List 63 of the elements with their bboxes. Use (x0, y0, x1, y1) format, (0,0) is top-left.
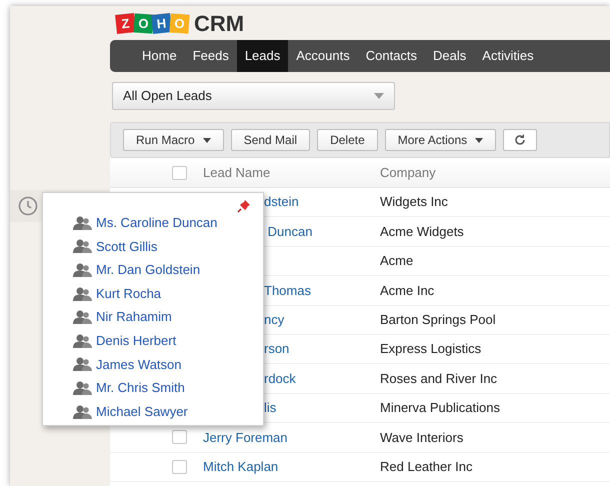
company-cell-text: Acme (380, 252, 414, 270)
select-all-checkbox[interactable] (172, 166, 187, 180)
contact-icon (73, 262, 93, 277)
contact-icon (73, 286, 93, 301)
recent-item-link[interactable]: Nir Rahamim (96, 307, 172, 327)
refresh-button[interactable] (503, 129, 538, 151)
lead-name-link[interactable]: Thomas (264, 282, 311, 298)
row-checkbox[interactable] (172, 430, 187, 444)
company-cell-text: Express Logistics (380, 340, 482, 358)
nav-tab[interactable]: Deals (425, 40, 474, 72)
contact-icon (73, 404, 93, 419)
caret-icon (475, 138, 484, 142)
clock-icon[interactable] (18, 196, 38, 216)
refresh-icon (514, 134, 526, 146)
company-cell-text: Acme Widgets (380, 222, 464, 241)
row-checkbox[interactable] (172, 460, 187, 474)
lead-name-link[interactable]: rdock (264, 370, 296, 386)
company-cell-text: Barton Springs Pool (380, 311, 496, 329)
lead-name-link[interactable]: rson (264, 341, 290, 356)
company-cell-text: Minerva Publications (380, 399, 500, 418)
recent-item-link[interactable]: Denis Herbert (96, 331, 176, 351)
recent-item-link[interactable]: Mr. Chris Smith (96, 378, 185, 398)
company-cell-text: Red Leather Inc (380, 458, 473, 476)
recent-item-link[interactable]: Scott Gillis (96, 236, 158, 256)
nav-tab[interactable]: Activities (474, 40, 542, 72)
company-cell-text: Wave Interiors (380, 428, 464, 447)
toolbar-button[interactable]: Send Mail (230, 129, 310, 151)
lead-name-link[interactable]: dstein (264, 194, 299, 210)
contact-icon (73, 380, 93, 395)
nav-tab[interactable]: Accounts (288, 40, 358, 72)
lead-name-link[interactable]: Jerry Foreman (203, 430, 288, 445)
lead-name-link[interactable]: ncy (264, 312, 284, 327)
recent-item-link[interactable]: Michael Sawyer (96, 402, 188, 422)
view-select[interactable]: All Open Leads (112, 82, 395, 110)
recent-item-link[interactable]: Kurt Rocha (96, 284, 162, 304)
dropdown-arrow-icon (374, 93, 384, 99)
company-cell-text: Widgets Inc (380, 193, 448, 212)
company-cell-text: Roses and River Inc (380, 370, 498, 388)
toolbar-button[interactable]: Delete (317, 129, 378, 151)
nav-tab[interactable]: Contacts (358, 40, 426, 72)
contact-icon (73, 357, 93, 372)
nav-tab[interactable]: Feeds (184, 40, 237, 72)
nav-tab[interactable]: Home (134, 40, 185, 72)
company-cell-text: Acme Inc (380, 282, 434, 300)
recent-item-link[interactable]: James Watson (96, 354, 182, 374)
recent-item-link[interactable]: Mr. Dan Goldstein (96, 260, 200, 280)
toolbar-button[interactable]: More Actions (384, 129, 496, 151)
lead-name-link[interactable]: Mitch Kaplan (203, 458, 278, 474)
contact-icon (73, 239, 93, 254)
lead-name-link[interactable]: Duncan (264, 224, 312, 239)
pin-icon[interactable] (237, 199, 251, 213)
nav-tab[interactable]: Leads (236, 40, 288, 72)
recent-item-link[interactable]: Ms. Caroline Duncan (96, 213, 218, 233)
caret-icon (202, 138, 211, 142)
product-name: CRM (194, 10, 244, 38)
column-header[interactable]: Lead Name (203, 162, 380, 182)
toolbar-button[interactable]: Run Macro (123, 129, 224, 151)
contact-icon (73, 310, 93, 324)
logo: Z O H O (116, 14, 188, 32)
column-header[interactable]: Company (380, 162, 436, 182)
contact-icon (73, 334, 93, 348)
lead-name-link[interactable]: lis (264, 400, 276, 416)
contact-icon (73, 216, 93, 230)
